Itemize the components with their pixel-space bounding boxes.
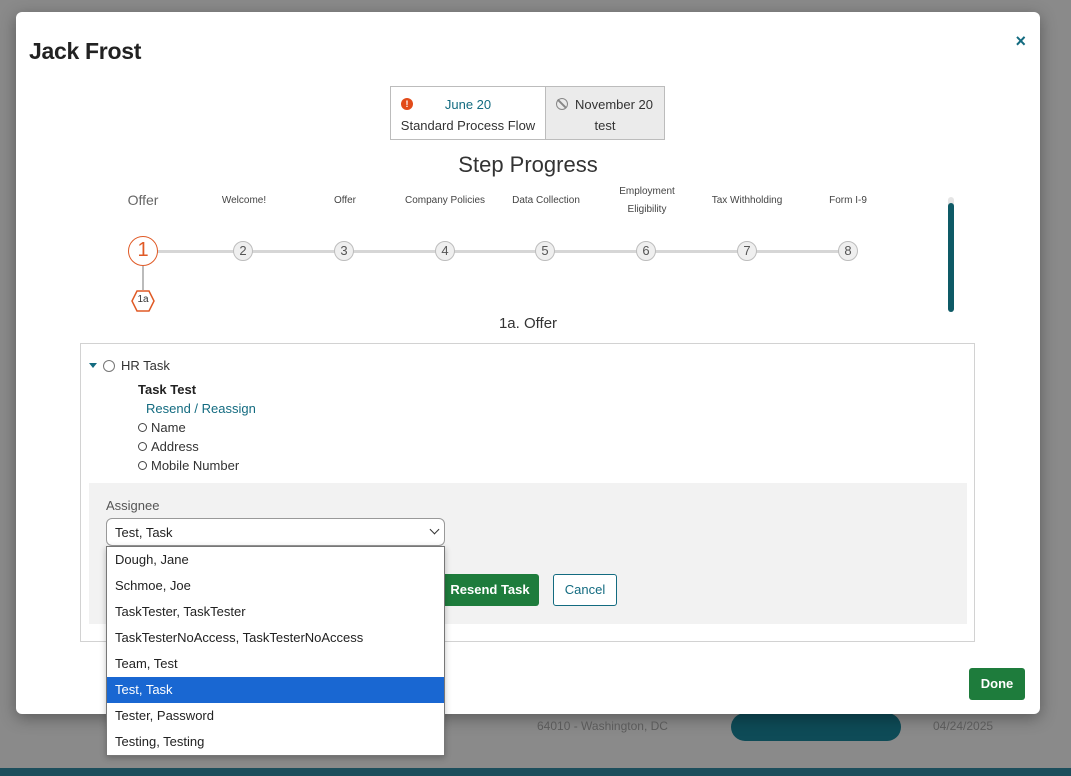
task-radio[interactable] — [103, 359, 115, 372]
step-node[interactable]: 3 — [334, 241, 354, 261]
flow-date: June 20 — [444, 96, 492, 112]
flow-name: Standard Process Flow — [400, 118, 536, 133]
step-label: Offer — [333, 195, 357, 206]
warning-icon: ! — [401, 98, 413, 110]
flow-name: test — [594, 118, 616, 133]
chevron-down-icon — [429, 524, 440, 535]
scrollbar-thumb[interactable] — [948, 203, 954, 312]
field-status-icon — [138, 442, 147, 451]
assignee-label: Assignee — [106, 498, 160, 513]
modal-title: Jack Frost — [29, 38, 142, 64]
dropdown-option[interactable]: Schmoe, Joe — [107, 573, 444, 599]
field-label: Address — [151, 439, 199, 454]
dropdown-option[interactable]: Testing, Testing — [107, 729, 444, 755]
substep-connector — [142, 266, 144, 290]
substep-label: 1a — [137, 294, 149, 305]
background-footer-strip — [0, 768, 1071, 776]
assignee-select[interactable]: Test, Task — [106, 518, 445, 546]
dropdown-option[interactable]: TaskTester, TaskTester — [107, 599, 444, 625]
step-label: Data Collection — [512, 195, 580, 206]
assignee-selected-value: Test, Task — [115, 525, 173, 540]
step-node[interactable]: 5 — [535, 241, 555, 261]
flow-date: November 20 — [574, 96, 654, 112]
field-status-icon — [138, 423, 147, 432]
resend-task-button[interactable]: Resend Task — [441, 574, 539, 606]
step-node[interactable]: 2 — [233, 241, 253, 261]
dropdown-option-selected[interactable]: Test, Task — [107, 677, 444, 703]
task-name: Task Test — [138, 382, 197, 397]
step-label: Welcome! — [221, 195, 267, 206]
field-status-icon — [138, 461, 147, 470]
flow-option-standard[interactable]: ! June 20 Standard Process Flow — [391, 87, 545, 139]
section-title: 1a. Offer — [498, 315, 558, 332]
step-node[interactable]: 8 — [838, 241, 858, 261]
step-node[interactable]: 4 — [435, 241, 455, 261]
process-flow-selector: ! June 20 Standard Process Flow November… — [390, 86, 665, 140]
dropdown-option[interactable]: TaskTesterNoAccess, TaskTesterNoAccess — [107, 625, 444, 651]
step-node[interactable]: 6 — [636, 241, 656, 261]
steps-scrollbar[interactable] — [948, 197, 954, 312]
hr-task-label: HR Task — [121, 358, 170, 373]
dropdown-option[interactable]: Tester, Password — [107, 703, 444, 729]
caret-down-icon[interactable] — [89, 363, 97, 368]
assignee-dropdown-list[interactable]: Dough, Jane Schmoe, Joe TaskTester, Task… — [106, 546, 445, 756]
step-label: Offer — [127, 192, 159, 208]
step-label: Form I-9 — [829, 195, 867, 206]
step-node[interactable]: 7 — [737, 241, 757, 261]
dropdown-option[interactable]: Team, Test — [107, 651, 444, 677]
resend-reassign-link[interactable]: Resend / Reassign — [146, 401, 256, 416]
close-icon[interactable]: × — [1015, 31, 1026, 52]
cancel-button[interactable]: Cancel — [553, 574, 617, 606]
step-label: Company Policies — [404, 195, 486, 206]
background-date: 04/24/2025 — [933, 719, 994, 733]
background-status-pill — [731, 713, 901, 741]
step-progress-title: Step Progress — [458, 152, 598, 177]
task-field: Address — [138, 439, 199, 454]
hr-task-row[interactable]: HR Task — [89, 358, 170, 373]
substep-node[interactable]: 1a — [131, 290, 155, 312]
step-label: Employment Eligibility — [619, 186, 675, 215]
dropdown-option[interactable]: Dough, Jane — [107, 547, 444, 573]
step-label: Tax Withholding — [711, 195, 783, 206]
step-node-current[interactable]: 1 — [128, 236, 158, 266]
ban-icon — [556, 98, 568, 110]
field-label: Mobile Number — [151, 458, 240, 473]
field-label: Name — [151, 420, 186, 435]
done-button[interactable]: Done — [969, 668, 1025, 700]
flow-option-test[interactable]: November 20 test — [545, 87, 664, 139]
task-field: Mobile Number — [138, 458, 239, 473]
background-location: 64010 - Washington, DC — [537, 719, 668, 733]
task-field: Name — [138, 420, 186, 435]
